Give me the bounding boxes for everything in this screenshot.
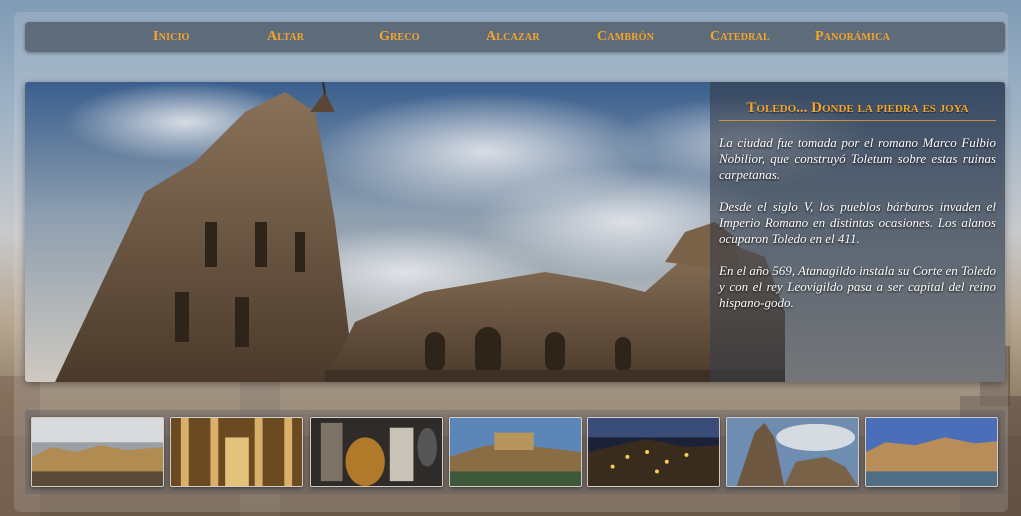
nav-item-cambron[interactable]: Cambrón	[597, 29, 654, 47]
thumbnail-greco-painting[interactable]	[310, 417, 443, 487]
hero-paragraph-2: Desde el siglo V, los pueblos bárbaros i…	[719, 199, 996, 246]
hero-caption: Toledo... Donde la piedra es joya La ciu…	[710, 82, 1005, 382]
thumbnail-panoramic[interactable]	[865, 417, 998, 487]
nav-item-altar[interactable]: Altar	[267, 29, 304, 47]
nav-item-panoramica[interactable]: Panorámica	[815, 29, 890, 47]
nav-item-alcazar[interactable]: Alcazar	[486, 29, 540, 47]
nav-item-inicio[interactable]: Inicio	[153, 29, 190, 47]
main-nav: Inicio Altar Greco Alcazar Cambrón Cated…	[25, 22, 1005, 52]
nav-item-catedral[interactable]: Catedral	[710, 29, 770, 47]
hero-paragraph-3: En el año 569, Atanagildo instala su Cor…	[719, 263, 996, 310]
hero-paragraph-1: La ciudad fue tomada por el romano Marco…	[719, 135, 996, 182]
thumbnail-strip	[25, 410, 1005, 494]
thumbnail-cathedral-altar[interactable]	[170, 417, 303, 487]
thumbnail-toledo-night[interactable]	[587, 417, 720, 487]
thumbnail-alcazar[interactable]	[449, 417, 582, 487]
thumbnail-cathedral-tower[interactable]	[726, 417, 859, 487]
hero-title: Toledo... Donde la piedra es joya	[719, 94, 996, 121]
thumbnail-toledo-skyline[interactable]	[31, 417, 164, 487]
nav-item-greco[interactable]: Greco	[379, 29, 420, 47]
hero-slide: Toledo... Donde la piedra es joya La ciu…	[25, 82, 1005, 382]
